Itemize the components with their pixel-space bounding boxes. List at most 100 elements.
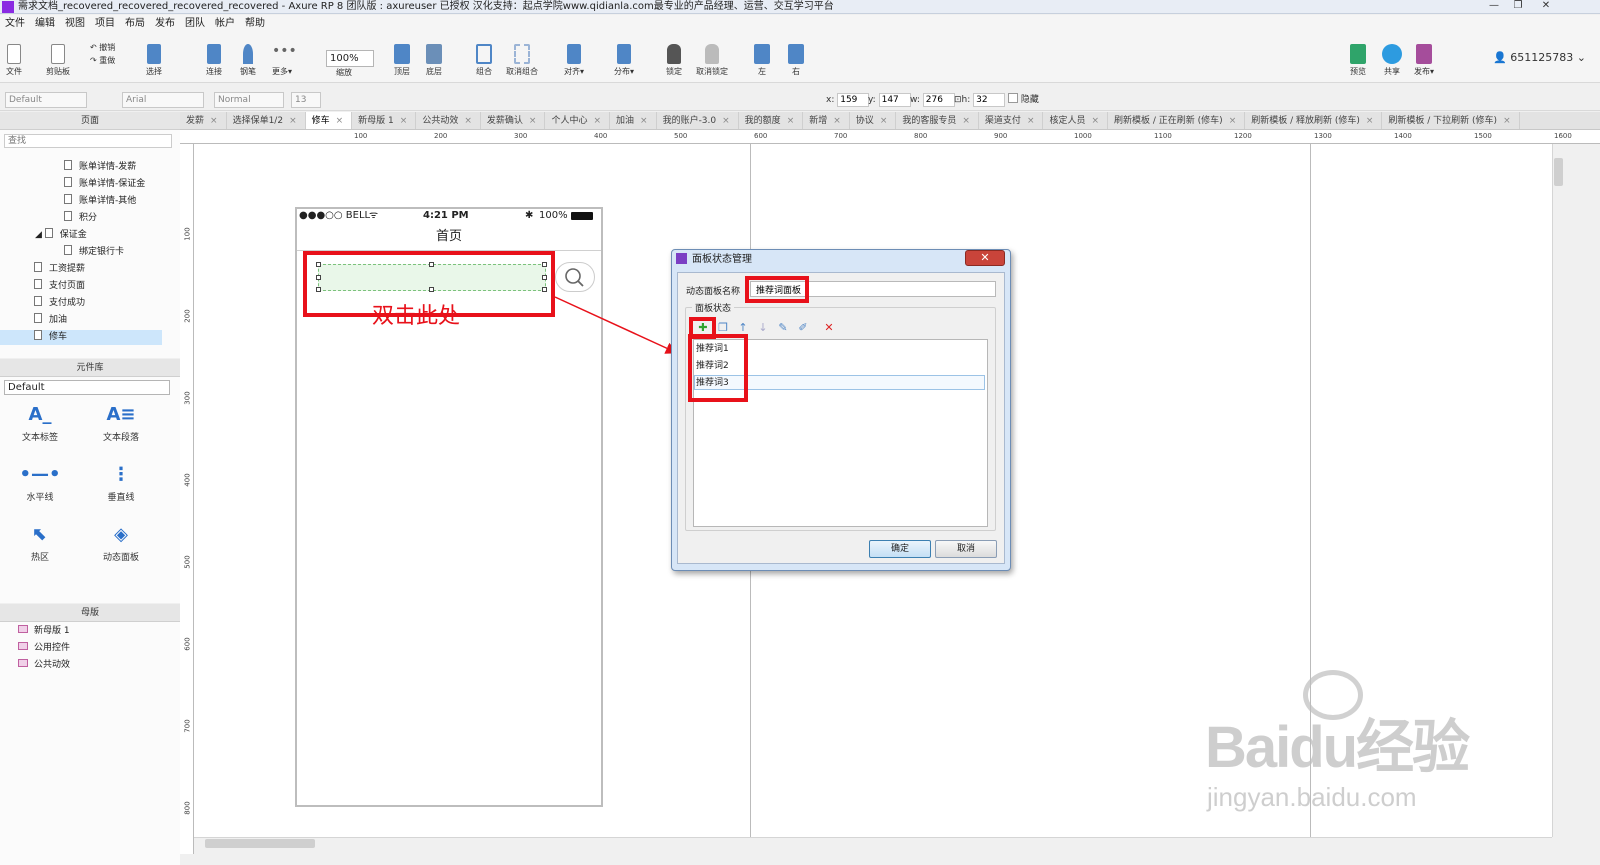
ok-button[interactable]: 确定: [869, 540, 931, 558]
page-item[interactable]: 加油: [34, 313, 67, 328]
y-input[interactable]: [878, 93, 911, 107]
distribute-tool[interactable]: 分布▾: [614, 44, 634, 77]
widget-dynamic-panel[interactable]: ◈ 动态面板: [86, 520, 156, 563]
connect-tool[interactable]: 连接: [206, 44, 222, 77]
page-item[interactable]: 账单详情-发薪: [64, 160, 136, 175]
preview-tool[interactable]: 预览: [1350, 44, 1366, 77]
page-search-input[interactable]: [4, 134, 172, 148]
master-item[interactable]: 新母版 1: [18, 624, 70, 639]
menu-file[interactable]: 文件: [0, 15, 30, 33]
widget-vertical-line[interactable]: ⋮ 垂直线: [86, 460, 156, 503]
lock-ratio-icon[interactable]: ⊡: [954, 95, 962, 105]
file-tool[interactable]: 文件: [6, 44, 22, 77]
tab-page[interactable]: 个人中心 ×: [545, 112, 610, 129]
redo-tool[interactable]: ↷ 重做: [90, 55, 115, 66]
vertical-scrollbar[interactable]: [1552, 144, 1566, 837]
menu-edit[interactable]: 编辑: [30, 15, 60, 33]
page-item[interactable]: 工资提薪: [34, 262, 85, 277]
font-weight-select[interactable]: Normal: [214, 92, 284, 108]
horizontal-scrollbar[interactable]: [194, 837, 1552, 851]
menu-view[interactable]: 视图: [60, 15, 90, 33]
height-input[interactable]: [973, 93, 1006, 107]
width-input[interactable]: [922, 93, 955, 107]
font-size-select[interactable]: 13: [291, 92, 321, 108]
page-item[interactable]: 支付成功: [34, 296, 85, 311]
tab-page[interactable]: 发薪 ×: [180, 112, 227, 129]
tab-page[interactable]: 我的额度 ×: [739, 112, 804, 129]
close-window-button[interactable]: ✕: [1535, 0, 1557, 12]
user-account[interactable]: 👤 651125783 ⌄: [1493, 51, 1586, 64]
page-item[interactable]: 积分: [64, 211, 97, 226]
more-tool[interactable]: ••• 更多▾: [272, 44, 297, 77]
select-tool[interactable]: 选择: [146, 44, 162, 77]
right-panel-toggle[interactable]: 右: [788, 44, 804, 77]
align-tool[interactable]: 对齐▾: [564, 44, 584, 77]
horizontal-scroll-thumb[interactable]: [205, 839, 315, 848]
bring-top-tool[interactable]: 顶层: [394, 44, 410, 77]
x-input[interactable]: [837, 93, 870, 107]
tab-page[interactable]: 选择保单1/2 ×: [227, 112, 306, 129]
left-panel-toggle[interactable]: 左: [754, 44, 770, 77]
search-button[interactable]: [555, 262, 595, 292]
tab-page[interactable]: 新增 ×: [803, 112, 850, 129]
tab-page[interactable]: 我的客服专员 ×: [896, 112, 979, 129]
master-item[interactable]: 公用控件: [18, 641, 70, 656]
group-tool[interactable]: 组合: [476, 44, 492, 77]
widget-text-label[interactable]: A_ 文本标签: [5, 400, 75, 443]
edit-all-button[interactable]: ✐: [796, 321, 810, 335]
move-down-button[interactable]: ↓: [756, 321, 770, 335]
tab-page[interactable]: 协议 ×: [850, 112, 897, 129]
edit-state-button[interactable]: ✎: [776, 321, 790, 335]
clipboard-tool[interactable]: 剪贴板: [46, 44, 70, 77]
share-tool[interactable]: 共享: [1382, 44, 1402, 77]
style-select[interactable]: Default: [5, 92, 87, 108]
page-item[interactable]: 账单详情-其他: [64, 194, 136, 209]
tab-page[interactable]: 加油 ×: [610, 112, 657, 129]
undo-tool[interactable]: ↶ 撤销: [90, 42, 115, 53]
pen-tool[interactable]: 钢笔: [240, 44, 256, 77]
tab-page[interactable]: 刷新模板 / 下拉刷新 (修车) ×: [1382, 112, 1520, 129]
tab-page[interactable]: 核定人员 ×: [1043, 112, 1109, 129]
tab-page[interactable]: 我的账户-3.0 ×: [657, 112, 739, 129]
tab-page[interactable]: 刷新模板 / 正在刷新 (修车) ×: [1108, 112, 1246, 129]
page-item[interactable]: 账单详情-保证金: [64, 177, 145, 192]
publish-tool[interactable]: 发布▾: [1414, 44, 1434, 77]
hidden-checkbox[interactable]: 隐藏: [1008, 93, 1039, 107]
maximize-button[interactable]: ❐: [1507, 0, 1529, 12]
duplicate-state-button[interactable]: ❐: [716, 321, 730, 335]
widget-hotspot[interactable]: ⬉ 热区: [5, 520, 75, 563]
menu-publish[interactable]: 发布: [150, 15, 180, 33]
menu-help[interactable]: 帮助: [240, 15, 270, 33]
zoom-select[interactable]: 100%: [326, 50, 374, 67]
tab-page[interactable]: 发薪确认 ×: [481, 112, 546, 129]
tab-page[interactable]: 新母版 1 ×: [352, 112, 417, 129]
page-item-selected[interactable]: 修车: [0, 330, 162, 345]
send-bottom-tool[interactable]: 底层: [426, 44, 442, 77]
page-folder-item[interactable]: ◢ 保证金: [35, 228, 87, 243]
lock-tool[interactable]: 锁定: [666, 44, 682, 77]
minimize-button[interactable]: —: [1483, 0, 1505, 12]
master-item[interactable]: 公共动效: [18, 658, 70, 673]
move-up-button[interactable]: ↑: [736, 321, 750, 335]
menu-account[interactable]: 帐户: [210, 15, 240, 33]
font-select[interactable]: Arial: [122, 92, 204, 108]
cancel-button[interactable]: 取消: [935, 540, 997, 558]
tab-page[interactable]: 刷新模板 / 释放刷新 (修车) ×: [1245, 112, 1383, 129]
menu-project[interactable]: 项目: [90, 15, 120, 33]
tab-page[interactable]: 公共动效 ×: [416, 112, 481, 129]
widget-text-paragraph[interactable]: A≡ 文本段落: [86, 400, 156, 443]
library-select[interactable]: Default: [4, 380, 170, 395]
delete-state-button[interactable]: ✕: [822, 321, 836, 335]
ruler-tick-label: 700: [183, 719, 192, 733]
tab-page-active[interactable]: 修车 ×: [305, 112, 353, 129]
menu-layout[interactable]: 布局: [120, 15, 150, 33]
vertical-scroll-thumb[interactable]: [1554, 158, 1563, 186]
unlock-tool[interactable]: 取消锁定: [696, 44, 728, 77]
page-item[interactable]: 支付页面: [34, 279, 85, 294]
menu-team[interactable]: 团队: [180, 15, 210, 33]
ungroup-tool[interactable]: 取消组合: [506, 44, 538, 77]
page-item[interactable]: 绑定银行卡: [64, 245, 124, 260]
dialog-close-button[interactable]: ✕: [965, 250, 1005, 266]
widget-horizontal-line[interactable]: •—• 水平线: [5, 460, 75, 503]
tab-page[interactable]: 渠道支付 ×: [979, 112, 1044, 129]
